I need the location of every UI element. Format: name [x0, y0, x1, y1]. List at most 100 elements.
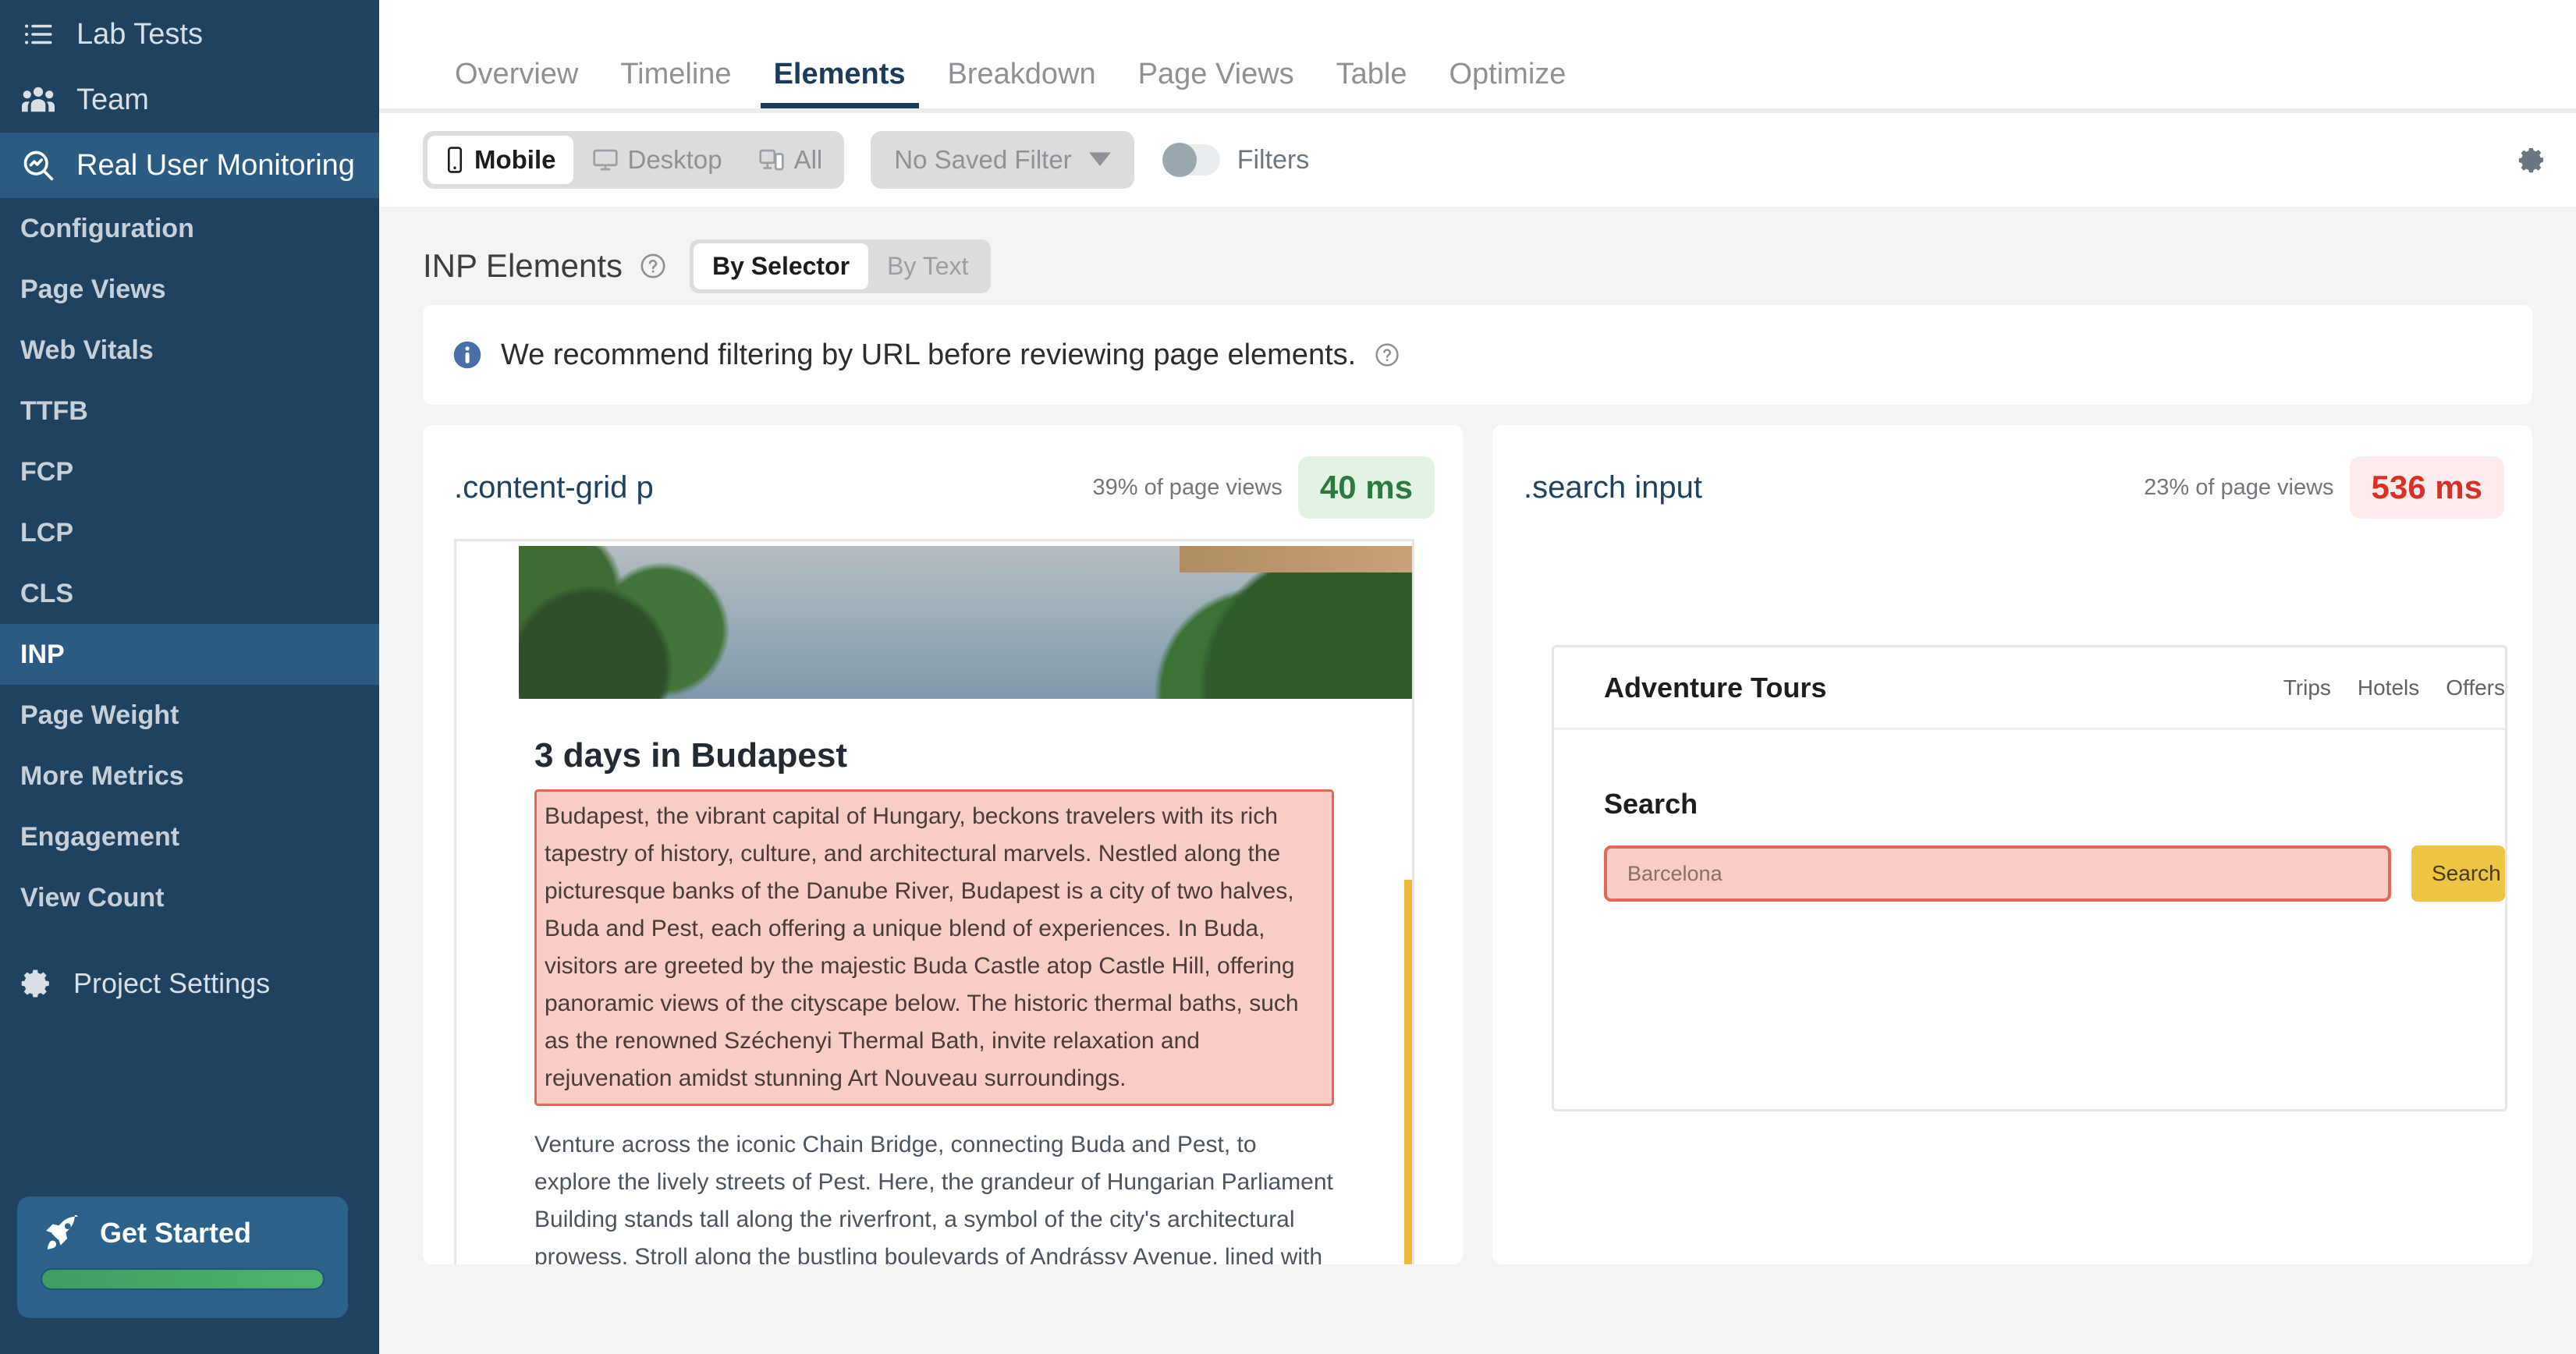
site-brand: Adventure Tours [1604, 671, 1827, 704]
site-body: Search Barcelona Search [1554, 730, 2505, 902]
sidebar-item-label: FCP [20, 456, 73, 487]
page-preview-site: Adventure Tours Trips Hotels Offers Sear… [1552, 645, 2507, 1111]
tab-label: Table [1336, 58, 1407, 90]
view-mode-by-text[interactable]: By Text [868, 243, 987, 289]
sidebar-item-label: Real User Monitoring [76, 148, 355, 182]
sidebar-item-label: Project Settings [73, 967, 271, 999]
element-selector: .search input [1524, 470, 1703, 505]
filter-bar: Mobile Desktop All No Saved Filter Filte… [379, 113, 2576, 207]
article-title: 3 days in Budapest [534, 736, 848, 774]
sidebar-item-label: Engagement [20, 821, 180, 852]
sidebar-item-project-settings[interactable]: Project Settings [0, 948, 379, 1019]
device-option-all[interactable]: All [741, 136, 840, 184]
search-row: Barcelona Search [1604, 845, 2505, 902]
sidebar-item-label: CLS [20, 578, 73, 608]
view-mode-label: By Text [887, 251, 969, 280]
tab-elements[interactable]: Elements [753, 58, 927, 108]
article-paragraph: Venture across the iconic Chain Bridge, … [534, 1132, 1333, 1264]
page-views-percent: 23% of page views [2144, 474, 2334, 500]
device-option-desktop[interactable]: Desktop [575, 136, 740, 184]
sidebar-item-inp[interactable]: INP [0, 624, 379, 685]
site-header: Adventure Tours Trips Hotels Offers [1554, 647, 2505, 730]
sidebar: Lab Tests Team Real User Monitoring Conf… [0, 0, 379, 1354]
sidebar-item-view-count[interactable]: View Count [0, 867, 379, 928]
sidebar-item-label: Team [76, 83, 149, 116]
filters-toggle[interactable] [1162, 143, 1220, 177]
sidebar-item-label: INP [20, 639, 65, 669]
mobile-icon [445, 147, 465, 173]
tab-overview[interactable]: Overview [434, 58, 599, 108]
search-button[interactable]: Search [2411, 845, 2505, 902]
tab-optimize[interactable]: Optimize [1428, 58, 1587, 108]
filters-toggle-label: Filters [1237, 144, 1310, 175]
recommendation-banner: We recommend filtering by URL before rev… [423, 305, 2532, 405]
sidebar-item-label: View Count [20, 882, 165, 913]
sidebar-item-label: LCP [20, 517, 73, 548]
settings-gear-button[interactable] [2515, 144, 2548, 176]
view-mode-label: By Selector [712, 251, 850, 280]
budapest-river-photo [519, 546, 1412, 699]
site-nav-hotels[interactable]: Hotels [2358, 675, 2419, 700]
tab-timeline[interactable]: Timeline [599, 58, 752, 108]
site-nav-offers[interactable]: Offers [2446, 675, 2505, 700]
get-started-label: Get Started [100, 1217, 252, 1249]
sidebar-item-web-vitals[interactable]: Web Vitals [0, 320, 379, 381]
sidebar-item-lab-tests[interactable]: Lab Tests [0, 2, 379, 67]
device-segment-control: Mobile Desktop All [423, 131, 845, 189]
sidebar-item-lcp[interactable]: LCP [0, 502, 379, 563]
device-option-mobile[interactable]: Mobile [428, 136, 573, 184]
rum-search-icon [20, 147, 56, 183]
card-header: .content-grid p 39% of page views 40 ms [423, 425, 1463, 519]
element-selector: .content-grid p [454, 470, 654, 505]
sidebar-item-configuration[interactable]: Configuration [0, 198, 379, 259]
sidebar-item-label: Configuration [20, 213, 194, 243]
filters-toggle-group: Filters [1162, 143, 1310, 177]
device-option-label: Desktop [627, 145, 722, 174]
element-cards: .content-grid p 39% of page views 40 ms … [379, 405, 2576, 1354]
element-card-content-grid-p: .content-grid p 39% of page views 40 ms … [423, 425, 1463, 1264]
site-nav-trips[interactable]: Trips [2283, 675, 2331, 700]
tab-breakdown[interactable]: Breakdown [927, 58, 1117, 108]
saved-filter-label: No Saved Filter [894, 145, 1072, 174]
tab-label: Elements [773, 58, 906, 90]
sidebar-item-team[interactable]: Team [0, 67, 379, 133]
gear-icon [2515, 144, 2548, 176]
tab-label: Page Views [1137, 58, 1294, 90]
app-root: Lab Tests Team Real User Monitoring Conf… [0, 0, 2576, 1354]
get-started-progress-fill [42, 1270, 323, 1288]
sidebar-item-engagement[interactable]: Engagement [0, 806, 379, 867]
sidebar-item-fcp[interactable]: FCP [0, 441, 379, 502]
device-option-label: Mobile [474, 145, 556, 174]
tab-bar: Overview Timeline Elements Breakdown Pag… [379, 0, 2576, 113]
highlighted-paragraph: Budapest, the vibrant capital of Hungary… [534, 789, 1334, 1106]
element-card-search-input: .search input 23% of page views 536 ms A… [1492, 425, 2532, 1264]
tab-label: Timeline [620, 58, 732, 90]
inp-metric-badge: 40 ms [1297, 456, 1435, 519]
all-devices-icon [758, 148, 785, 172]
page-title: INP Elements [423, 247, 623, 284]
device-option-label: All [793, 145, 823, 174]
help-circle-icon[interactable] [1375, 342, 1400, 367]
sidebar-item-cls[interactable]: CLS [0, 563, 379, 624]
tab-page-views[interactable]: Page Views [1117, 58, 1315, 108]
view-mode-by-selector[interactable]: By Selector [694, 243, 869, 289]
saved-filter-dropdown[interactable]: No Saved Filter [871, 131, 1134, 189]
sidebar-item-page-weight[interactable]: Page Weight [0, 685, 379, 746]
sidebar-item-real-user-monitoring[interactable]: Real User Monitoring [0, 133, 379, 198]
sidebar-item-more-metrics[interactable]: More Metrics [0, 746, 379, 806]
desktop-icon [592, 148, 619, 172]
toggle-knob [1162, 143, 1197, 177]
card-header: .search input 23% of page views 536 ms [1492, 425, 2532, 519]
help-circle-icon[interactable] [640, 253, 666, 279]
tab-table[interactable]: Table [1315, 58, 1428, 108]
scroll-marker [1404, 880, 1412, 1264]
sidebar-item-page-views[interactable]: Page Views [0, 259, 379, 320]
get-started-card[interactable]: Get Started [17, 1196, 348, 1318]
sidebar-item-label: TTFB [20, 395, 88, 426]
tab-label: Breakdown [947, 58, 1096, 90]
sidebar-item-ttfb[interactable]: TTFB [0, 381, 379, 441]
sidebar-item-label: Web Vitals [20, 335, 154, 365]
search-input[interactable]: Barcelona [1604, 845, 2391, 902]
main-content: Overview Timeline Elements Breakdown Pag… [379, 0, 2576, 1354]
sidebar-item-label: Lab Tests [76, 17, 203, 51]
